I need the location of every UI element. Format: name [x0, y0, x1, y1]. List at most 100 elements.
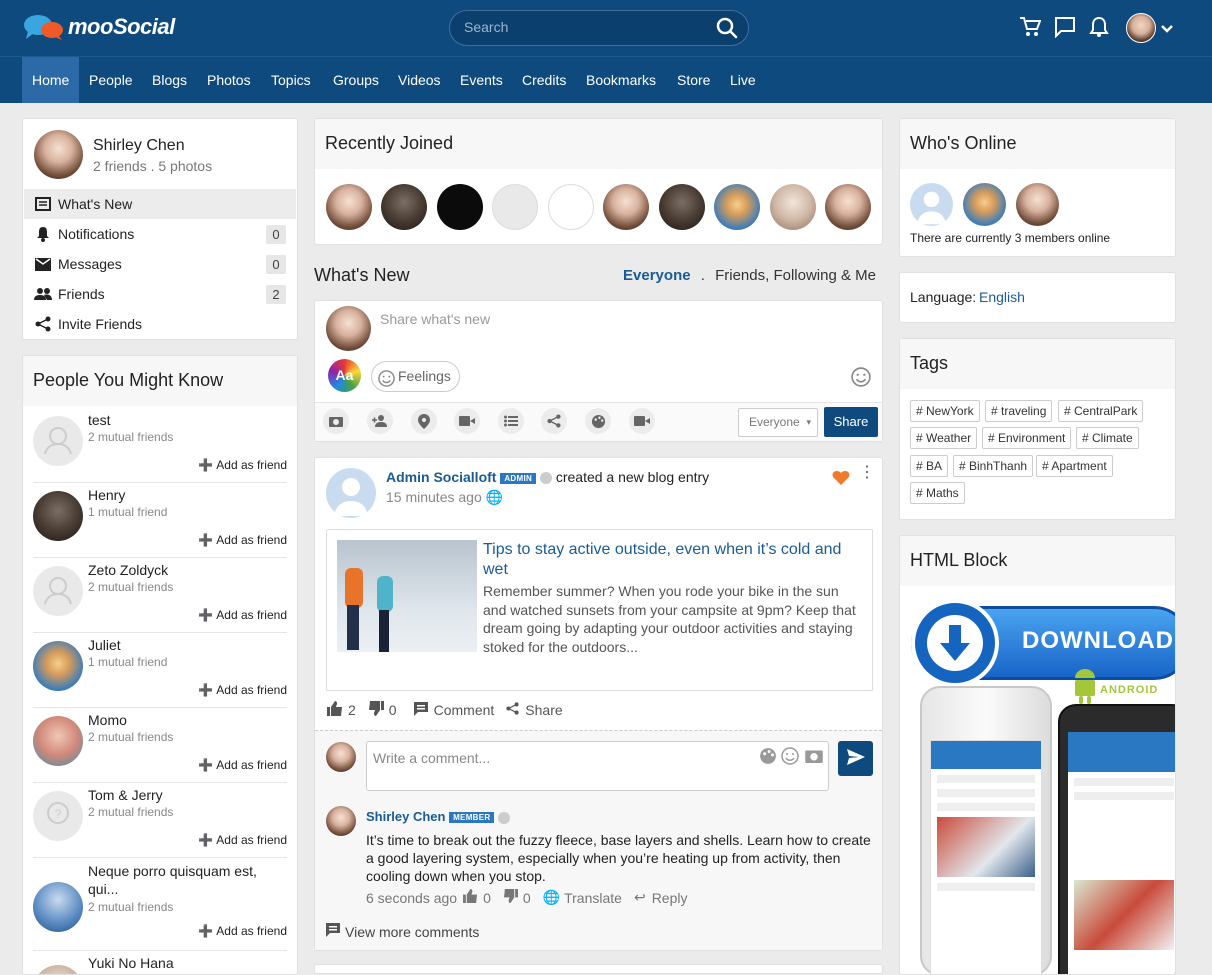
palette-icon[interactable]: [759, 747, 777, 768]
filter-everyone[interactable]: Everyone: [623, 267, 691, 284]
tag-item[interactable]: # CentralPark: [1058, 400, 1144, 422]
heart-icon[interactable]: [832, 470, 850, 489]
tag-item[interactable]: # BinhThanh: [953, 455, 1034, 477]
emoji-icon[interactable]: [781, 747, 799, 768]
blog-title[interactable]: Tips to stay active outside, even when i…: [483, 540, 863, 580]
profile-name[interactable]: Shirley Chen: [93, 137, 185, 155]
pymk-name[interactable]: Tom & Jerry: [88, 787, 163, 803]
add-friend-button[interactable]: ➕ Add as friend: [198, 608, 287, 622]
chevron-down-icon[interactable]: [1160, 21, 1174, 37]
online-avatar[interactable]: [1016, 183, 1059, 226]
camera-icon[interactable]: [323, 408, 349, 434]
like-icon[interactable]: [463, 889, 478, 906]
filter-friends[interactable]: Friends, Following & Me: [715, 267, 876, 284]
pymk-name[interactable]: Neque porro quisquam est, qui...: [88, 862, 268, 898]
member-avatar[interactable]: [603, 184, 649, 230]
font-style-button[interactable]: Aa: [328, 359, 361, 392]
nav-credits[interactable]: Credits: [512, 57, 576, 103]
more-options-icon[interactable]: ⋮: [859, 465, 875, 481]
tag-item[interactable]: # BA: [910, 455, 949, 477]
share-button[interactable]: Share: [824, 407, 878, 437]
avatar[interactable]: [33, 491, 83, 541]
post-author[interactable]: Admin Socialloft: [386, 469, 496, 485]
search-box[interactable]: [449, 10, 749, 46]
menu-notifications[interactable]: Notifications 0: [24, 219, 296, 249]
location-icon[interactable]: [411, 408, 437, 434]
online-avatar[interactable]: [910, 183, 953, 226]
search-icon[interactable]: [716, 17, 738, 42]
avatar[interactable]: [33, 882, 83, 932]
nav-people[interactable]: People: [79, 57, 143, 103]
default-avatar[interactable]: [33, 566, 83, 616]
dislike-icon[interactable]: [503, 889, 518, 906]
pymk-name[interactable]: test: [88, 412, 111, 428]
view-more-comments[interactable]: View more comments: [326, 923, 479, 940]
tag-item[interactable]: # traveling: [985, 400, 1053, 422]
add-friend-button[interactable]: ➕ Add as friend: [198, 758, 287, 772]
bell-icon[interactable]: [1089, 16, 1109, 41]
reply-button[interactable]: Reply: [652, 890, 688, 906]
profile-avatar[interactable]: [34, 130, 83, 179]
tag-item[interactable]: # Maths: [910, 482, 965, 504]
blog-preview[interactable]: Tips to stay active outside, even when i…: [326, 529, 873, 691]
live-video-icon[interactable]: [629, 408, 655, 434]
author-avatar[interactable]: [326, 468, 376, 518]
camera-icon[interactable]: [805, 748, 823, 766]
member-avatar[interactable]: [437, 184, 483, 230]
menu-friends[interactable]: Friends 2: [24, 279, 296, 309]
cart-icon[interactable]: [1019, 16, 1042, 41]
list-icon[interactable]: [498, 408, 524, 434]
video-add-icon[interactable]: [454, 408, 480, 434]
pymk-name[interactable]: Juliet: [88, 637, 121, 653]
search-input[interactable]: [464, 19, 704, 35]
member-avatar[interactable]: [381, 184, 427, 230]
default-avatar[interactable]: [33, 416, 83, 466]
tag-friend-icon[interactable]: [367, 408, 393, 434]
member-avatar[interactable]: [326, 184, 372, 230]
nav-topics[interactable]: Topics: [261, 57, 321, 103]
nav-bookmarks[interactable]: Bookmarks: [576, 57, 666, 103]
pymk-name[interactable]: Zeto Zoldyck: [88, 562, 168, 578]
add-friend-button[interactable]: ➕ Add as friend: [198, 458, 287, 472]
share-icon[interactable]: [541, 408, 567, 434]
comment-author-avatar[interactable]: [326, 806, 356, 836]
tag-item[interactable]: # Weather: [910, 427, 978, 449]
user-avatar[interactable]: [1126, 13, 1156, 43]
nav-photos[interactable]: Photos: [197, 57, 261, 103]
member-avatar[interactable]: [825, 184, 871, 230]
palette-icon[interactable]: [585, 408, 611, 434]
pymk-name[interactable]: Momo: [88, 712, 127, 728]
tag-item[interactable]: # NewYork: [910, 400, 980, 422]
nav-groups[interactable]: Groups: [323, 57, 389, 103]
nav-events[interactable]: Events: [450, 57, 513, 103]
nav-videos[interactable]: Videos: [388, 57, 451, 103]
add-friend-button[interactable]: ➕ Add as friend: [198, 833, 287, 847]
logo[interactable]: mooSocial: [22, 13, 175, 41]
member-avatar[interactable]: [492, 184, 538, 230]
emoji-icon[interactable]: [851, 367, 871, 390]
language-value[interactable]: English: [979, 289, 1025, 305]
nav-live[interactable]: Live: [720, 57, 766, 103]
member-avatar[interactable]: [770, 184, 816, 230]
share-button[interactable]: Share: [525, 702, 562, 718]
composer-input[interactable]: Share what's new: [380, 311, 490, 327]
comment-author[interactable]: Shirley Chen: [366, 809, 445, 824]
menu-messages[interactable]: Messages 0: [24, 249, 296, 279]
like-icon[interactable]: [327, 701, 343, 719]
messages-icon[interactable]: [1054, 16, 1076, 41]
member-avatar[interactable]: [548, 184, 594, 230]
member-avatar[interactable]: [659, 184, 705, 230]
member-avatar[interactable]: [714, 184, 760, 230]
post-time[interactable]: 15 minutes ago 🌐: [386, 489, 503, 506]
pymk-name[interactable]: Henry: [88, 487, 125, 503]
online-avatar[interactable]: [963, 183, 1006, 226]
add-friend-button[interactable]: ➕ Add as friend: [198, 924, 287, 938]
nav-blogs[interactable]: Blogs: [142, 57, 197, 103]
avatar[interactable]: [33, 641, 83, 691]
nav-home[interactable]: Home: [22, 57, 79, 103]
dislike-icon[interactable]: [368, 701, 384, 719]
default-avatar[interactable]: ?: [33, 791, 83, 841]
add-friend-button[interactable]: ➕ Add as friend: [198, 683, 287, 697]
nav-store[interactable]: Store: [667, 57, 720, 103]
tag-item[interactable]: # Climate: [1076, 427, 1139, 449]
